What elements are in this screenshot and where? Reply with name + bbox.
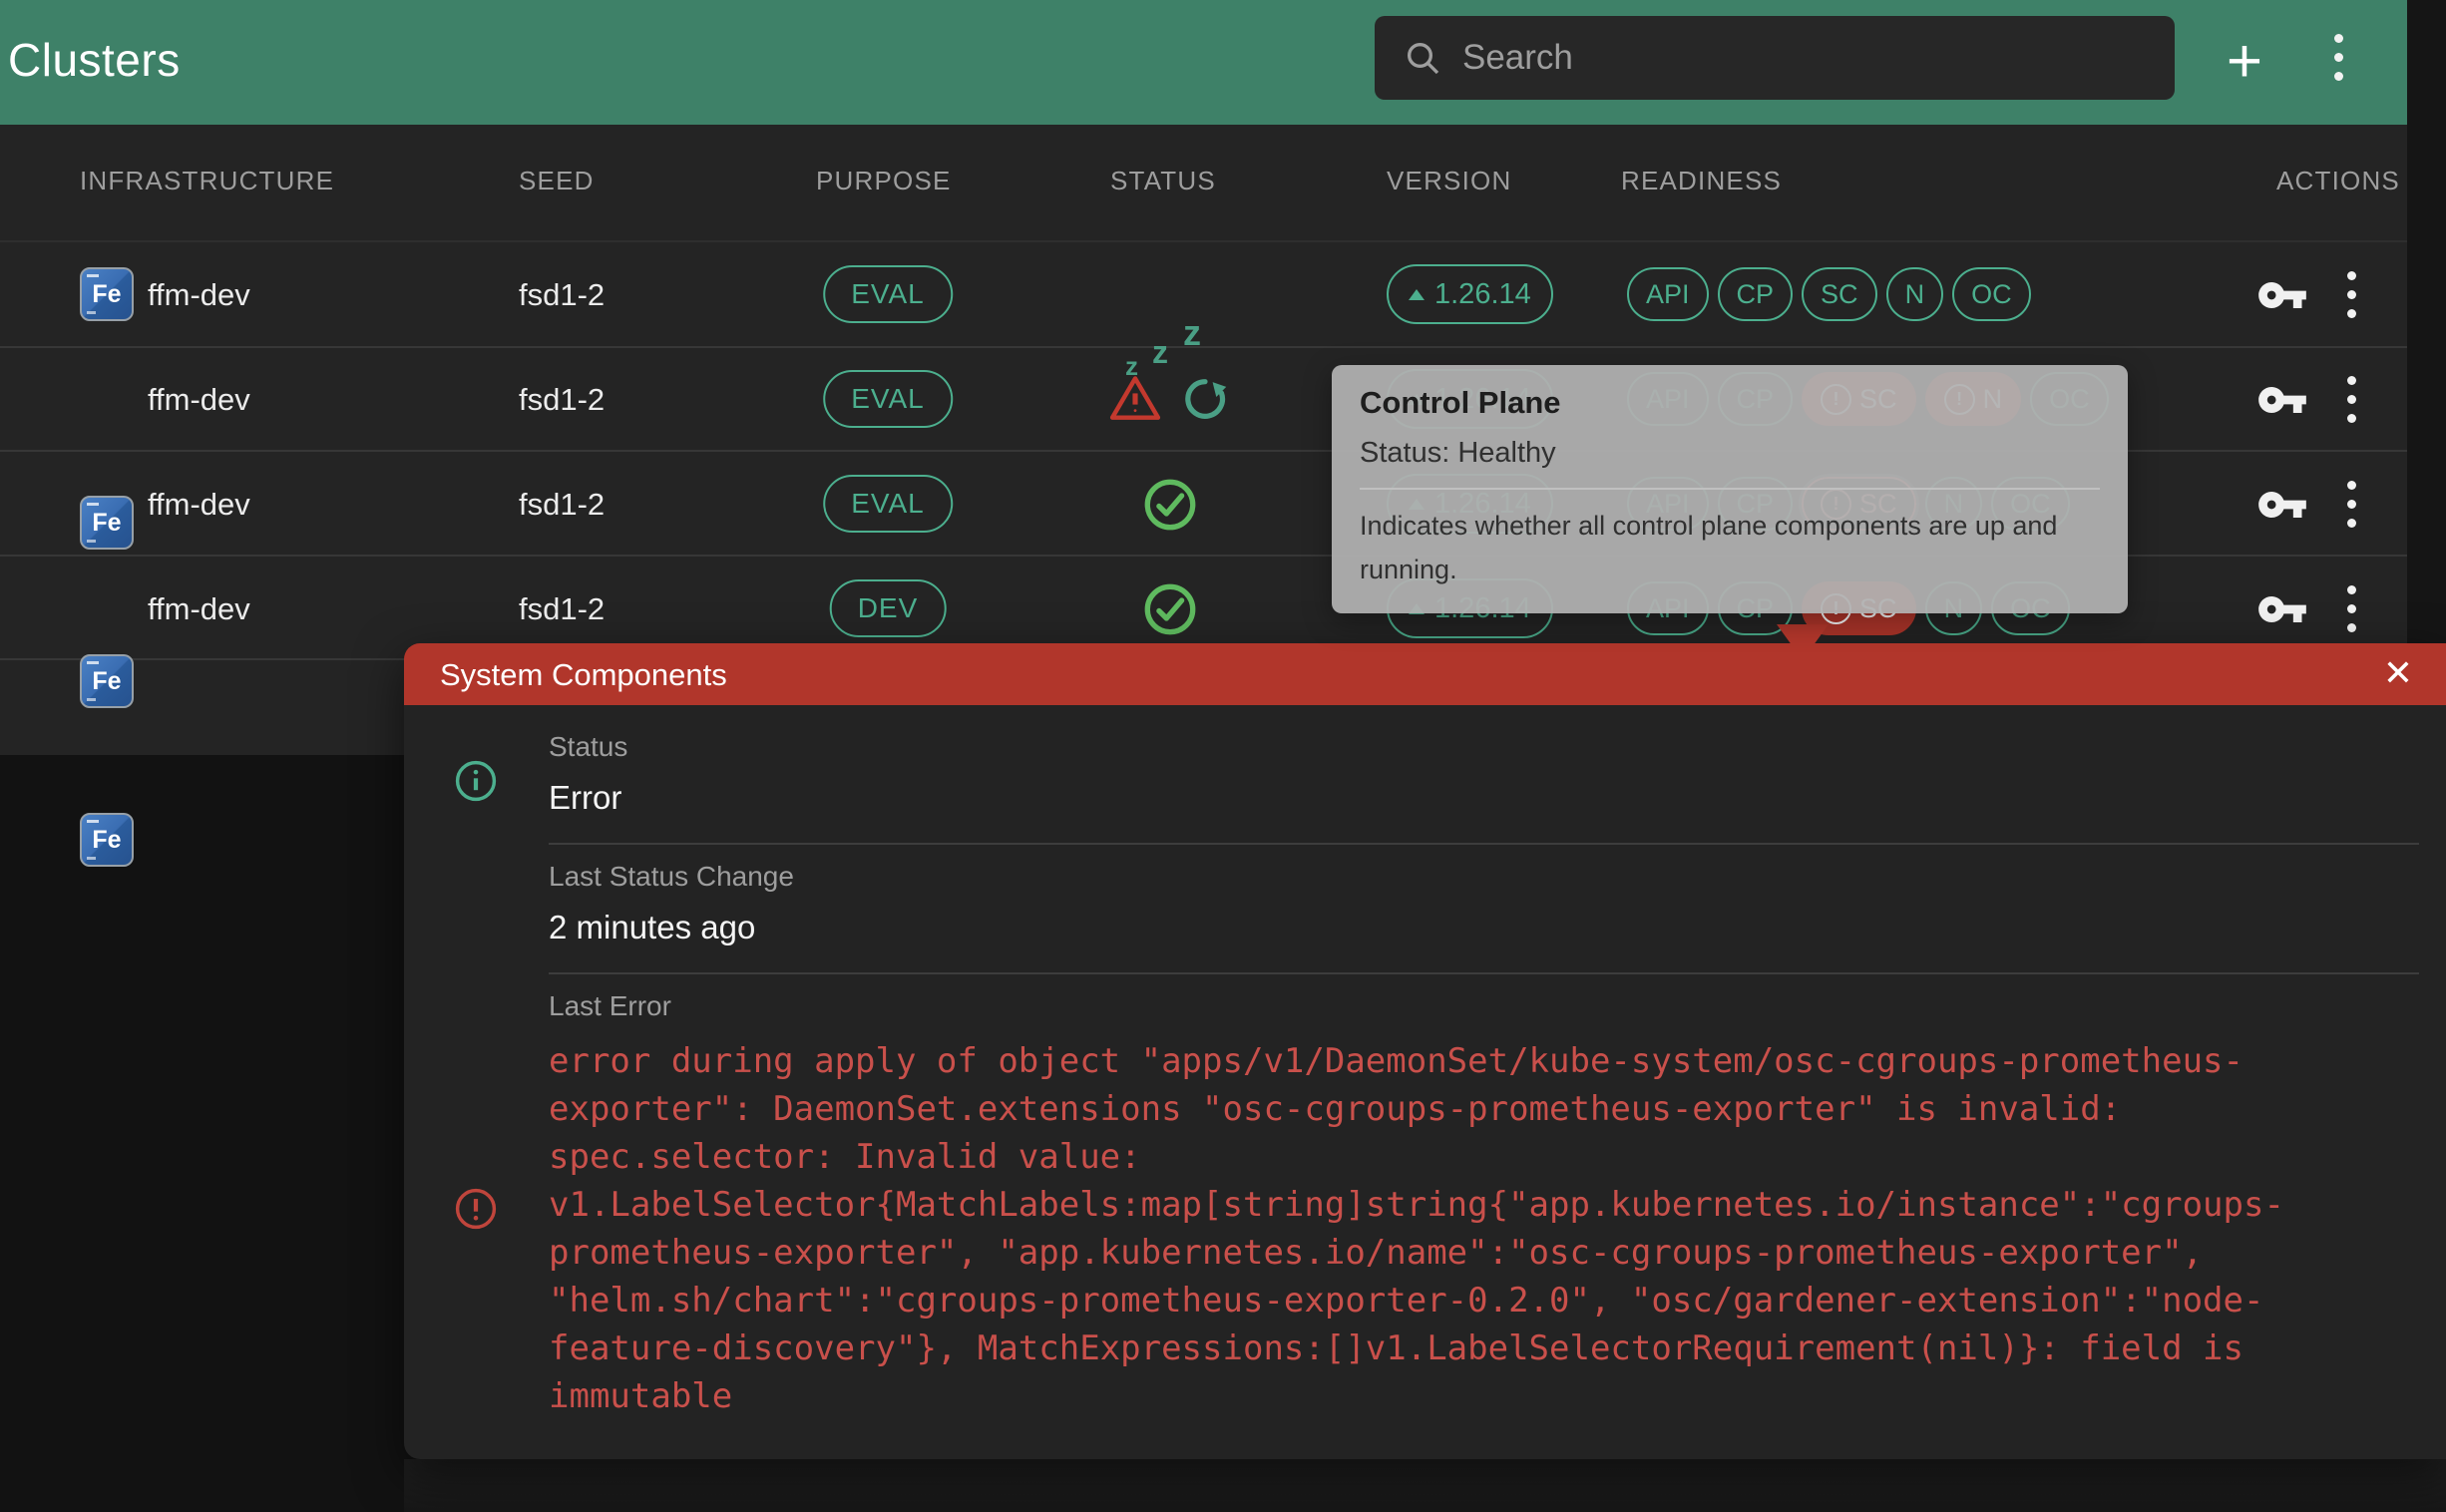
dialog-anchor-pointer [1777,624,1829,660]
cluster-name: ffm-dev [148,382,250,418]
infrastructure-icon: Fe [80,813,134,867]
healthy-status-icon[interactable] [1141,580,1199,638]
info-icon [453,758,499,804]
column-header-readiness[interactable]: READINESS [1621,166,1782,196]
control-plane-tooltip: Control Plane Status: Healthy Indicates … [1332,365,2128,613]
version-chip[interactable]: 1.26.14 [1387,264,1553,324]
dialog-title: System Components [440,657,727,693]
row-menu-button[interactable] [2347,271,2356,318]
purpose-label: EVAL [823,370,953,428]
tooltip-description: Indicates whether all control plane comp… [1360,504,2100,591]
readiness-chip-oc[interactable]: OC [1952,267,2031,321]
error-status-icon[interactable] [1107,371,1163,427]
row-menu-button[interactable] [2347,585,2356,632]
close-icon[interactable]: ✕ [2376,651,2420,695]
infra-symbol: Fe [92,667,121,696]
key-icon[interactable] [2256,374,2308,426]
infrastructure-icon: Fe [80,654,134,708]
key-icon[interactable] [2256,269,2308,321]
purpose-badge: DEV [830,579,947,637]
purpose-badge: EVAL [823,370,953,428]
search-input[interactable]: Search [1375,16,2175,100]
add-cluster-button[interactable]: + [2213,22,2276,102]
key-icon[interactable] [2256,479,2308,531]
readiness-chip-api[interactable]: API [1627,267,1709,321]
clusters-page: Clusters Search + INFRASTRUCTURE SEED PU… [0,0,2446,1512]
infra-symbol: Fe [92,509,121,538]
cluster-name: ffm-dev [148,277,250,313]
upgrade-available-icon [1409,289,1425,300]
dialog-divider [549,972,2419,974]
purpose-label: EVAL [823,475,953,533]
last-status-change-label: Last Status Change [549,861,794,893]
dialog-header: System Components ✕ [404,643,2446,705]
search-icon [1403,38,1442,78]
readiness-chip-sc[interactable]: SC [1802,267,1877,321]
row-menu-button[interactable] [2347,376,2356,423]
version-label: 1.26.14 [1434,278,1531,311]
purpose-label: EVAL [823,265,953,323]
infra-symbol: Fe [92,826,121,855]
purpose-badge: EVAL [823,265,953,323]
status-label: Status [549,731,627,763]
search-placeholder: Search [1462,38,1573,78]
seed-name: fsd1-2 [519,382,605,418]
readiness-chip-n[interactable]: N [1886,267,1944,321]
last-error-label: Last Error [549,990,671,1022]
header-divider [0,240,2407,242]
error-icon [453,1186,499,1232]
seed-name: fsd1-2 [519,487,605,523]
purpose-badge: EVAL [823,475,953,533]
column-header-seed[interactable]: SEED [519,166,595,196]
cluster-name: ffm-dev [148,591,250,627]
reconciling-icon[interactable] [1179,373,1231,425]
infra-symbol: Fe [92,280,121,309]
last-error-value: error during apply of object "apps/v1/Da… [549,1037,2346,1420]
app-bar: Clusters Search + [0,0,2446,125]
row-menu-button[interactable] [2347,481,2356,528]
seed-name: fsd1-2 [519,277,605,313]
column-header-actions[interactable]: ACTIONS [2276,166,2400,196]
tooltip-status: Status: Healthy [1360,437,2100,470]
system-components-dialog: System Components ✕ Status Error Last St… [404,643,2446,1459]
last-status-change-value: 2 minutes ago [549,909,755,946]
infrastructure-icon: Fe [80,267,134,321]
cluster-name: ffm-dev [148,487,250,523]
column-header-purpose[interactable]: PURPOSE [816,166,952,196]
infrastructure-icon: Fe [80,496,134,550]
tooltip-divider [1360,488,2100,490]
purpose-label: DEV [830,579,947,637]
page-title: Clusters [8,33,181,87]
column-header-infrastructure[interactable]: INFRASTRUCTURE [80,166,334,196]
column-header-status[interactable]: STATUS [1110,166,1216,196]
column-header-version[interactable]: VERSION [1387,166,1511,196]
seed-name: fsd1-2 [519,591,605,627]
dialog-divider [549,843,2419,845]
status-value: Error [549,779,621,817]
key-icon[interactable] [2256,583,2308,635]
readiness-chips: API CP SC N OC [1627,267,2031,321]
healthy-status-icon[interactable] [1141,476,1199,534]
dialog-shadow-area [404,1459,2446,1512]
readiness-chip-cp[interactable]: CP [1718,267,1794,321]
app-bar-menu-button[interactable] [2334,34,2343,81]
tooltip-title: Control Plane [1360,385,2100,421]
